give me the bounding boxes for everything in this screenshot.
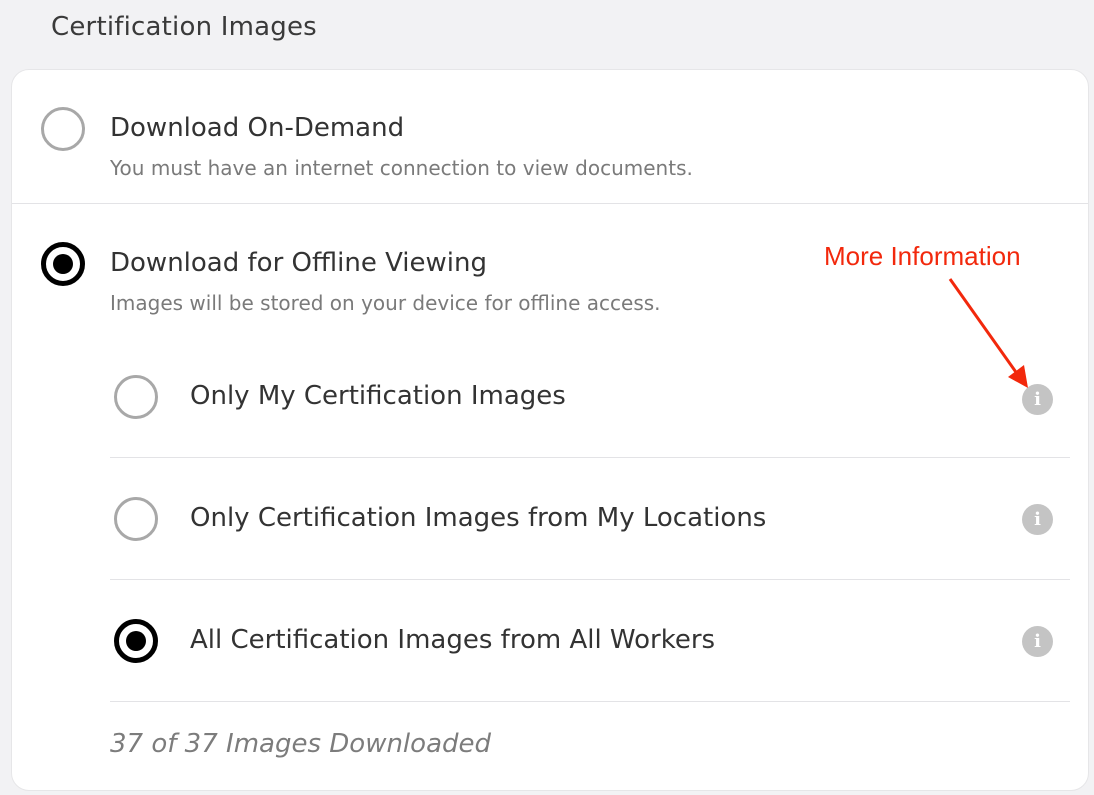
divider xyxy=(12,203,1088,204)
radio-download-on-demand[interactable] xyxy=(41,107,85,151)
section-title: Certification Images xyxy=(51,12,317,42)
info-icon[interactable]: i xyxy=(1022,626,1053,657)
option-title-offline[interactable]: Download for Offline Viewing xyxy=(110,248,487,278)
divider xyxy=(110,579,1070,580)
download-status: 37 of 37 Images Downloaded xyxy=(110,729,491,759)
option-desc-on-demand: You must have an internet connection to … xyxy=(110,156,693,180)
option-title-on-demand[interactable]: Download On-Demand xyxy=(110,113,404,143)
divider xyxy=(110,457,1070,458)
sub-option-label[interactable]: Only Certification Images from My Locati… xyxy=(190,503,766,533)
annotation-label: More Information xyxy=(824,241,1021,271)
divider xyxy=(110,701,1070,702)
radio-download-offline[interactable] xyxy=(41,242,85,286)
sub-option-label[interactable]: All Certification Images from All Worker… xyxy=(190,625,715,655)
radio-my-locations-images[interactable] xyxy=(114,497,158,541)
sub-option-label[interactable]: Only My Certification Images xyxy=(190,381,566,411)
radio-all-workers-images[interactable] xyxy=(114,619,158,663)
info-icon[interactable]: i xyxy=(1022,504,1053,535)
option-desc-offline: Images will be stored on your device for… xyxy=(110,291,661,315)
annotation-arrow-icon xyxy=(948,278,1028,388)
radio-only-my-images[interactable] xyxy=(114,375,158,419)
